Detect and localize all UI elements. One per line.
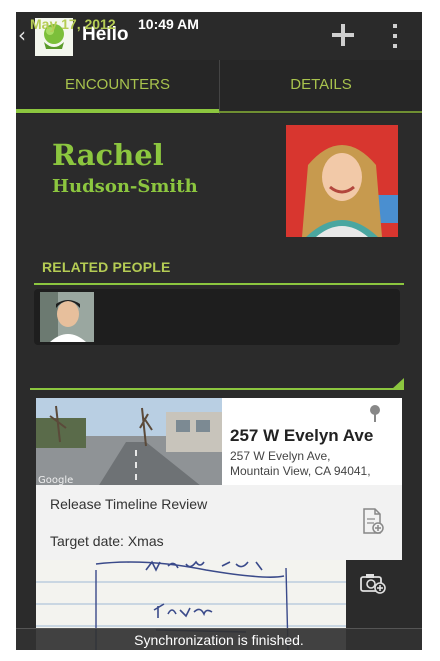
- street-view-image: Google: [36, 398, 222, 490]
- encounter-corner-marker: [392, 378, 404, 389]
- encounter-divider: [30, 388, 404, 390]
- related-people-list: [34, 289, 400, 345]
- address-line-2: Mountain View, CA 94041,: [230, 464, 371, 478]
- tab-bar: ENCOUNTERS DETAILS: [16, 60, 422, 114]
- tab-encounters[interactable]: ENCOUNTERS: [16, 60, 219, 114]
- address-line-1: 257 W Evelyn Ave,: [230, 449, 331, 463]
- task-card[interactable]: Release Timeline Review Target date: Xma…: [36, 485, 402, 560]
- related-people-header: RELATED PEOPLE: [42, 259, 171, 275]
- app-screen: ‹ Hello ENCOUNTERS DETAILS Rachel Hudson…: [16, 12, 422, 650]
- tab-divider: [219, 111, 422, 113]
- contact-first-name: Rachel: [52, 138, 164, 172]
- encounter-date: May 17, 2012: [30, 16, 116, 32]
- task-target-date: Target date: Xmas: [50, 533, 164, 549]
- map-pin-icon[interactable]: [368, 404, 382, 422]
- add-document-icon[interactable]: [362, 507, 384, 535]
- location-card[interactable]: Google 257 W Evelyn Ave 257 W Evelyn Ave…: [36, 398, 402, 490]
- toast-message: Synchronization is finished.: [16, 628, 422, 650]
- add-icon[interactable]: [330, 22, 356, 48]
- tab-details[interactable]: DETAILS: [219, 60, 422, 114]
- address-panel: 257 W Evelyn Ave 257 W Evelyn Ave, Mount…: [222, 398, 402, 490]
- encounter-time: 10:49 AM: [138, 16, 199, 32]
- contact-last-name: Hudson-Smith: [52, 176, 198, 197]
- add-photo-icon[interactable]: [360, 572, 386, 594]
- more-vertical-icon[interactable]: [388, 22, 402, 50]
- toast-text: Synchronization is finished.: [134, 632, 304, 648]
- selected-tab-indicator: [16, 109, 219, 113]
- related-person-avatar[interactable]: [40, 292, 94, 342]
- contact-photo[interactable]: [286, 125, 398, 237]
- section-divider: [34, 283, 404, 285]
- task-title: Release Timeline Review: [50, 496, 208, 512]
- address-title: 257 W Evelyn Ave: [230, 426, 374, 445]
